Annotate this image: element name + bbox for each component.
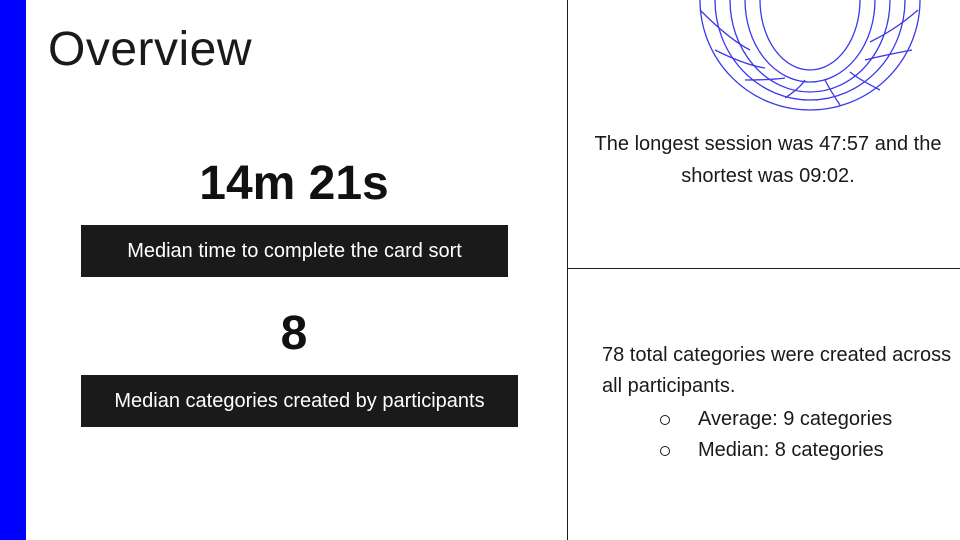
vertical-divider (567, 0, 568, 540)
median-categories-label: Median categories created by participant… (81, 375, 518, 427)
wireframe-torus-icon (699, 0, 921, 111)
circle-bullet-icon (660, 414, 670, 425)
median-time-value: 14m 21s (199, 157, 389, 210)
list-item: Average: 9 categories (660, 404, 892, 435)
category-bullet-list: Average: 9 categories Median: 8 categori… (660, 404, 892, 466)
total-categories-text: 78 total categories were created across … (602, 344, 952, 397)
median-categories-text: Median: 8 categories (698, 439, 884, 461)
median-categories-value: 8 (280, 307, 308, 360)
median-time-label: Median time to complete the card sort (81, 225, 508, 277)
accent-bar (0, 0, 26, 540)
circle-bullet-icon (660, 445, 670, 456)
slide-title: Overview (48, 23, 253, 76)
session-duration-text: The longest session was 47:57 and the sh… (594, 133, 942, 187)
horizontal-divider (567, 268, 960, 269)
list-item: Median: 8 categories (660, 435, 892, 466)
average-categories-text: Average: 9 categories (698, 408, 893, 430)
